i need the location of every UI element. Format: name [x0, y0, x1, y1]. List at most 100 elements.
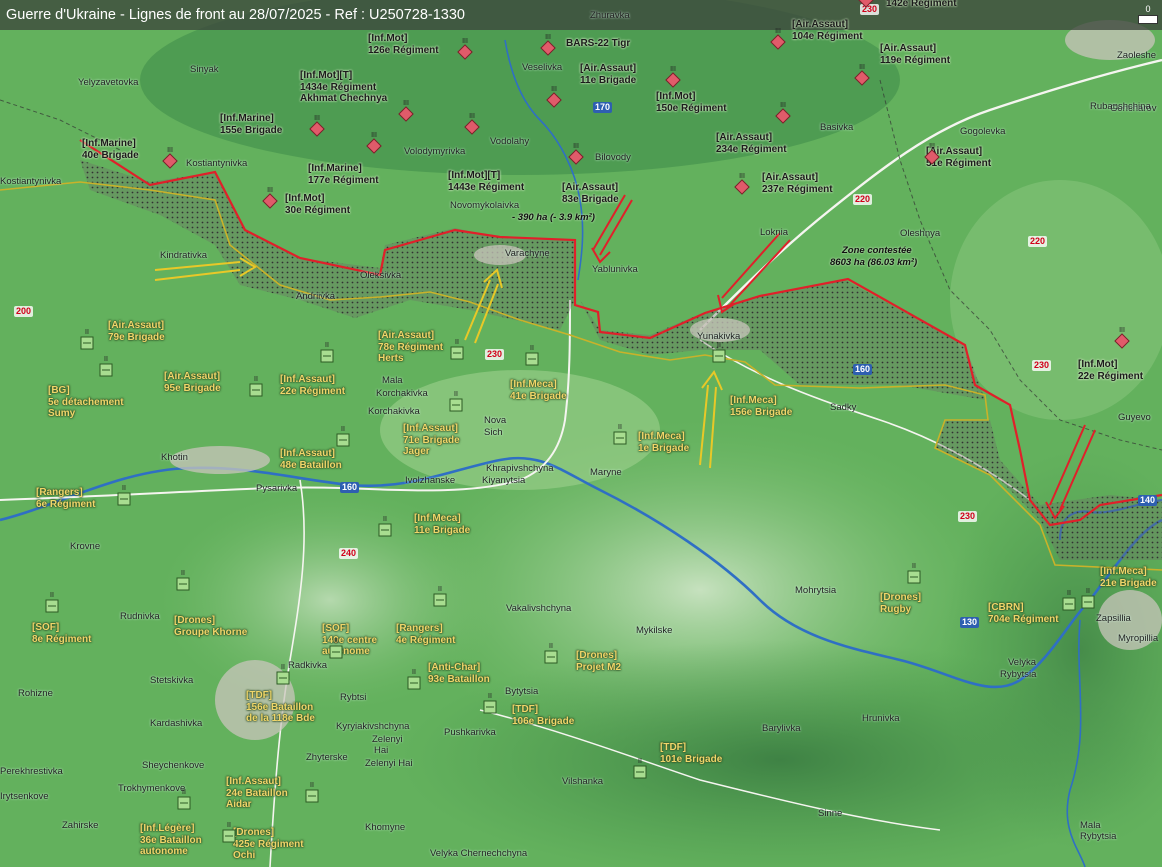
unit-label-line: autonome: [322, 646, 370, 657]
russian-unit-label[interactable]: [Inf.Mot] 126e Régiment: [368, 33, 439, 56]
unit-label-line: 104e Régiment: [792, 30, 863, 42]
place-label: Pysarivka: [256, 483, 298, 494]
unit-label-line: 48e Bataillon: [280, 459, 342, 471]
place-label: Sinne: [818, 808, 843, 819]
ukrainian-unit-label[interactable]: [TDF] 106e Brigade: [512, 704, 574, 727]
russian-unit-label[interactable]: [Air.Assaut] 119e Régiment: [880, 43, 950, 66]
ukrainian-unit-label[interactable]: [TDF] 101e Brigade: [660, 742, 722, 765]
ukrainian-unit-label[interactable]: [Inf.Meca] 1e Brigade: [638, 431, 689, 454]
place-label: Barylivka: [762, 723, 801, 734]
russian-unit-label[interactable]: [Air.Assaut] 234e Régiment: [716, 132, 787, 155]
place-label: Kostiantynivka: [0, 176, 62, 187]
russian-unit-label[interactable]: BARS-22 Tigr: [566, 38, 630, 50]
ukrainian-unit-label[interactable]: [Inf.Assaut] 71e Brigade Jager: [403, 423, 460, 458]
russian-unit-label[interactable]: [Inf.Mot] 22e Régiment: [1078, 359, 1143, 382]
place-label: Rubanshchina: [1090, 101, 1151, 112]
ukrainian-unit-label[interactable]: [Inf.Meca] 156e Brigade: [730, 395, 792, 418]
russian-unit-label[interactable]: [Inf.Marine] 40e Brigade: [82, 138, 139, 161]
road-number-label: 230: [860, 4, 880, 15]
place-label: Perekhrestivka: [0, 766, 63, 777]
place-label: Mykilske: [636, 625, 673, 636]
unit-label-line: 95e Brigade: [164, 382, 221, 394]
unit-label-line: 1e Brigade: [638, 442, 690, 454]
ukrainian-unit-label[interactable]: [BG] 5e détachement Sumy: [48, 385, 124, 420]
russian-unit-label[interactable]: 142e Régiment: [886, 0, 957, 10]
place-label: Zhuravka: [590, 10, 630, 21]
ukrainian-unit-label[interactable]: [TDF] 156e Bataillon de la 118e Bde: [246, 690, 315, 725]
unit-label-line: 24e Bataillon: [226, 787, 288, 799]
place-label: Velyka Chernechchyna: [430, 848, 528, 859]
ukrainian-unit-label[interactable]: [Inf.Meca] 41e Brigade: [510, 379, 567, 402]
unit-label-line: [TDF]: [512, 704, 539, 715]
road-number-label: 240: [339, 548, 359, 559]
russian-unit-label[interactable]: [Air.Assaut] 11e Brigade: [580, 63, 636, 86]
ukrainian-unit-label[interactable]: [Rangers] 4e Régiment: [396, 623, 455, 646]
unit-label-line: [Inf.Mot]: [285, 193, 325, 204]
unit-label-line: 142e Régiment: [886, 0, 957, 9]
ukrainian-unit-label[interactable]: [Inf.Assaut] 24e Bataillon Aidar: [226, 776, 288, 811]
ukrainian-unit-label[interactable]: [SOF] 140e centre autonome: [322, 623, 377, 658]
russian-unit-label[interactable]: [Inf.Marine] 155e Brigade: [220, 113, 282, 136]
place-label: Korchakivka: [376, 388, 428, 399]
unit-label-line: [Inf.Marine]: [82, 138, 136, 149]
ukrainian-unit-label[interactable]: [Inf.Légère] 36e Bataillon autonome: [140, 823, 202, 858]
unit-label-line: [Inf.Assaut]: [403, 423, 458, 434]
russian-unit-label[interactable]: [Inf.Mot] 30e Régiment: [285, 193, 350, 216]
place-label: Oleksivka: [360, 270, 402, 281]
unit-label-line: 425e Régiment: [233, 838, 304, 850]
place-label: Gogolevka: [960, 126, 1006, 137]
place-label: Andriivka: [296, 291, 336, 302]
ukrainian-unit-label[interactable]: [CBRN] 704e Régiment: [988, 602, 1059, 625]
russian-unit-label[interactable]: [Inf.Mot][T] 1434e Régiment Akhmat Chechny…: [300, 70, 387, 105]
ukrainian-unit-label[interactable]: [Rangers] 6e Régiment: [36, 487, 95, 510]
place-label: Mohrytsia: [795, 585, 837, 596]
unit-label-line: [Inf.Mot][T]: [448, 170, 501, 181]
place-label: Vodolahy: [490, 136, 530, 147]
russian-unit-label[interactable]: [Inf.Mot] 150e Régiment: [656, 91, 727, 114]
ukrainian-unit-label[interactable]: [Inf.Assaut] 48e Bataillon: [280, 448, 342, 471]
ukrainian-unit-label[interactable]: [Air.Assaut] 95e Brigade: [164, 371, 221, 394]
unit-label-line: 4e Régiment: [396, 634, 456, 646]
place-label: Yablunivka: [592, 264, 638, 275]
ukrainian-unit-label[interactable]: [Drones] Rugby: [880, 592, 921, 615]
road-number-label: 160: [853, 364, 873, 375]
place-label: Rudnivka: [120, 611, 160, 622]
russian-unit-label[interactable]: [Air.Assaut] 51e Régiment: [926, 146, 991, 169]
place-label: Zapsillia: [1096, 613, 1131, 624]
place-label: Kiyanytsia: [482, 475, 526, 486]
ukrainian-unit-label[interactable]: [Inf.Meca] 11e Brigade: [414, 513, 470, 536]
ukrainian-unit-label[interactable]: [Drones] Groupe Khorne: [174, 615, 247, 638]
unit-label-line: Herts: [378, 353, 404, 364]
russian-unit-label[interactable]: [Air.Assaut] 237e Régiment: [762, 172, 833, 195]
ukrainian-unit-label[interactable]: [SOF] 8e Régiment: [32, 622, 91, 645]
ukrainian-unit-label[interactable]: [Anti-Char] 93e Bataillon: [428, 662, 490, 685]
russian-unit-label[interactable]: [Air.Assaut] 83e Brigade: [562, 182, 619, 205]
place-label: Sheychenkove: [142, 760, 205, 771]
place-label: Zelenyi: [372, 734, 403, 745]
place-label: Zaoleshe: [1117, 50, 1157, 61]
place-label: Sinyak: [190, 64, 219, 75]
ukrainian-unit-label[interactable]: [Drones] 425e Régiment Ochi: [233, 827, 304, 862]
road-number-label: 130: [960, 617, 980, 628]
ukrainian-unit-label[interactable]: [Inf.Assaut] 22e Régiment: [280, 374, 345, 397]
ukrainian-unit-label[interactable]: [Inf.Meca] 21e Brigade: [1100, 566, 1157, 589]
unit-label-line: 8e Régiment: [32, 633, 92, 645]
unit-label-line: [Air.Assaut]: [716, 132, 773, 143]
ukrainian-unit-label[interactable]: [Drones] Projet M2: [576, 650, 621, 673]
unit-label-line: [Drones]: [576, 650, 618, 661]
russian-unit-label[interactable]: [Inf.Mot][T] 1443e Régiment: [448, 170, 524, 193]
place-label: Bytytsia: [505, 686, 539, 697]
unit-label-line: 83e Brigade: [562, 193, 619, 205]
unit-label-line: [Inf.Assaut]: [280, 374, 335, 385]
road-number-label: 230: [958, 511, 978, 522]
unit-label-line: [Inf.Mot]: [368, 33, 408, 44]
ukrainian-unit-label[interactable]: [Air.Assaut] 79e Brigade: [108, 320, 165, 343]
russian-unit-label[interactable]: [Inf.Marine] 177e Régiment: [308, 163, 379, 186]
russian-unit-label[interactable]: [Air.Assaut] 104e Régiment: [792, 19, 863, 42]
contested-area: 8603 ha (86.03 km²): [830, 257, 918, 268]
road-number-label: 200: [14, 306, 34, 317]
ukrainian-unit-label[interactable]: [Air.Assaut] 78e Régiment Herts: [378, 330, 443, 365]
road-number-label: 230: [1032, 360, 1052, 371]
place-label: Guyevo: [1118, 412, 1151, 423]
unit-label-line: [Inf.Marine]: [220, 113, 274, 124]
